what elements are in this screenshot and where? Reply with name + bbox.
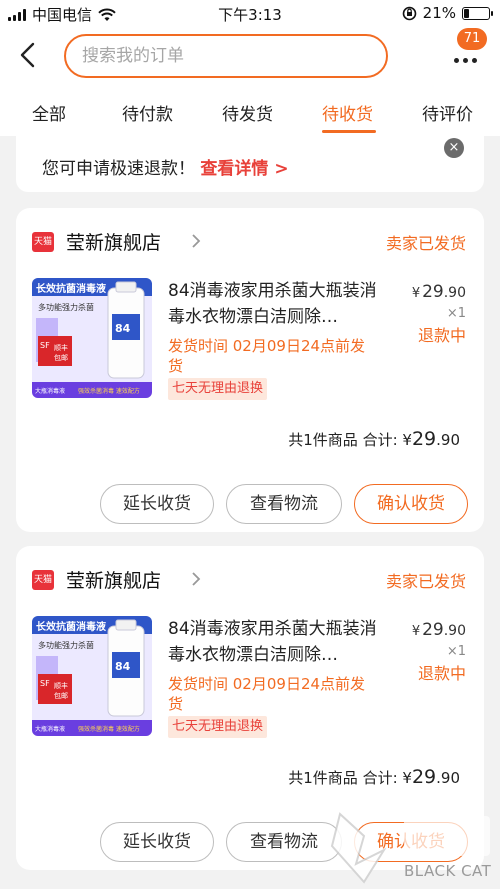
tmall-icon: 天猫 (32, 570, 54, 590)
tab-all[interactable]: 全部 (32, 100, 66, 125)
tab-pending-shipment[interactable]: 待发货 (222, 100, 273, 125)
return-policy-tag: 七天无理由退换 (168, 378, 268, 400)
shop-name[interactable]: 莹新旗舰店 (66, 228, 161, 255)
notice-details-link[interactable]: 查看详情 > (200, 159, 288, 179)
product-price: ¥29.90 (411, 620, 466, 640)
svg-text:84: 84 (115, 660, 131, 673)
product-thumbnail[interactable]: 长效抗菌消毒液 多功能强力杀菌 SF 顺丰 包邮 84 大瓶消毒液 强效杀菌消毒… (32, 616, 152, 736)
back-arrow-icon[interactable] (14, 40, 44, 70)
svg-text:84: 84 (115, 322, 131, 335)
thumb-sub: 多功能强力杀菌 (38, 640, 94, 650)
product-quantity: ×1 (446, 644, 466, 659)
product-title[interactable]: 84消毒液家用杀菌大瓶装消毒水衣物漂白洁厕除… (168, 278, 386, 330)
refund-status[interactable]: 退款中 (418, 660, 466, 684)
search-input[interactable] (82, 44, 372, 68)
product-price: ¥29.90 (411, 282, 466, 302)
order-status: 卖家已发货 (385, 234, 466, 253)
watermark-text: BLACK CAT (404, 862, 492, 880)
message-badge: 71 (457, 28, 487, 50)
return-policy-tag: 七天无理由退换 (168, 716, 268, 738)
thumb-sf-logo: SF (40, 341, 50, 350)
ship-time: 发货时间 02月09日24点前发货 (168, 337, 366, 375)
notice-message: 您可申请极速退款！ (42, 159, 195, 179)
thumb-headline: 长效抗菌消毒液 (36, 620, 106, 633)
status-right: 21% (402, 4, 493, 22)
close-icon[interactable]: × (444, 138, 464, 158)
black-cat-watermark: BLACK CAT (320, 806, 500, 889)
order-summary: 共1件商品 合计: ¥29.90 (288, 766, 460, 788)
thumb-headline: 长效抗菌消毒液 (36, 282, 106, 295)
thumb-sf-logo: SF (40, 679, 50, 688)
chevron-right-icon[interactable] (188, 570, 204, 588)
orientation-lock-icon (402, 6, 416, 20)
thumb-sub: 多功能强力杀菌 (38, 302, 94, 312)
view-logistics-button[interactable]: 查看物流 (226, 484, 342, 524)
tmall-icon: 天猫 (32, 232, 54, 252)
thumb-bottom-left: 大瓶消毒液 (35, 725, 65, 733)
thumb-badge-line1: 顺丰 (54, 681, 68, 690)
thumb-bottom-left: 大瓶消毒液 (35, 387, 65, 395)
product-image: 长效抗菌消毒液 多功能强力杀菌 SF 顺丰 包邮 84 大瓶消毒液 强效杀菌消毒… (32, 278, 152, 398)
active-tab-indicator (322, 130, 376, 133)
tab-pending-review[interactable]: 待评价 (422, 100, 473, 125)
order-summary: 共1件商品 合计: ¥29.90 (288, 428, 460, 450)
thumb-bottom-right: 强效杀菌消毒 速效配方 (78, 387, 140, 395)
thumb-badge-line2: 包邮 (54, 353, 68, 362)
thumb-bottom-right: 强效杀菌消毒 速效配方 (78, 725, 140, 733)
confirm-receipt-button[interactable]: 确认收货 (354, 484, 468, 524)
product-quantity: ×1 (446, 306, 466, 321)
shop-name[interactable]: 莹新旗舰店 (66, 566, 161, 593)
battery-percent: 21% (422, 4, 456, 22)
extend-receipt-button[interactable]: 延长收货 (100, 822, 214, 862)
refund-notice-banner: 您可申请极速退款！ 查看详情 > × (16, 136, 484, 192)
thumb-badge-line1: 顺丰 (54, 343, 68, 352)
product-thumbnail[interactable]: 长效抗菌消毒液 多功能强力杀菌 SF 顺丰 包邮 84 大瓶消毒液 强效杀菌消毒… (32, 278, 152, 398)
tab-pending-receipt[interactable]: 待收货 (322, 100, 373, 125)
tab-pending-payment[interactable]: 待付款 (122, 100, 173, 125)
search-box[interactable] (64, 34, 388, 78)
header: 71 (0, 26, 500, 92)
extend-receipt-button[interactable]: 延长收货 (100, 484, 214, 524)
thumb-badge-line2: 包邮 (54, 691, 68, 700)
notice-text: 您可申请极速退款！ 查看详情 > (42, 154, 289, 179)
more-menu-icon[interactable] (452, 48, 488, 68)
ship-time: 发货时间 02月09日24点前发货 (168, 675, 366, 713)
refund-status[interactable]: 退款中 (418, 322, 466, 346)
order-status: 卖家已发货 (385, 572, 466, 591)
chevron-right-icon[interactable] (188, 232, 204, 250)
product-title[interactable]: 84消毒液家用杀菌大瓶装消毒水衣物漂白洁厕除… (168, 616, 386, 668)
order-tabs: 全部 待付款 待发货 待收货 待评价 (0, 92, 500, 136)
status-bar: 中国电信 下午3:13 21% (0, 0, 500, 26)
battery-icon (462, 6, 493, 20)
product-image: 长效抗菌消毒液 多功能强力杀菌 SF 顺丰 包邮 84 大瓶消毒液 强效杀菌消毒… (32, 616, 152, 736)
order-card: 天猫 莹新旗舰店 卖家已发货 长效抗菌消毒液 多功能强力杀菌 SF 顺丰 包邮 … (16, 208, 484, 532)
